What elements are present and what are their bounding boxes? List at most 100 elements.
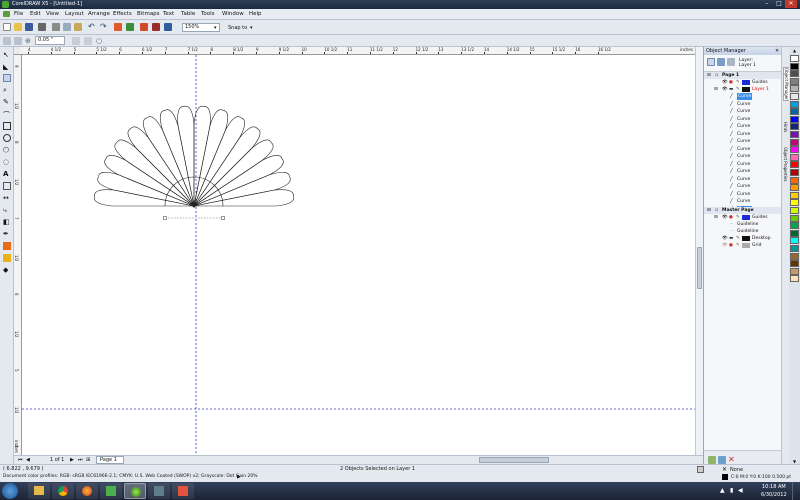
visibility-eye-icon[interactable]: 👁 bbox=[722, 79, 728, 86]
color-swatch[interactable] bbox=[790, 245, 799, 252]
color-profile-arrow-icon[interactable]: ▶ bbox=[237, 474, 241, 480]
color-swatch[interactable] bbox=[790, 184, 799, 192]
smart-drawing-tool-icon[interactable]: ⌒ bbox=[3, 110, 11, 119]
edit-across-layers-icon[interactable] bbox=[717, 58, 725, 66]
doc-icon[interactable] bbox=[3, 11, 10, 17]
clock-date[interactable]: 6/30/2012 bbox=[761, 492, 787, 498]
zoom-tool-icon[interactable]: ⌕ bbox=[3, 86, 11, 94]
import-icon[interactable] bbox=[114, 23, 122, 31]
next-page-icon[interactable]: ▶ bbox=[70, 457, 74, 463]
color-swatch[interactable] bbox=[790, 207, 799, 214]
tree-curve-item[interactable]: ╱ Curve bbox=[704, 131, 782, 138]
color-profile-info[interactable]: Document color profiles: RGB: sRGB IEC61… bbox=[3, 474, 258, 479]
paste-icon[interactable] bbox=[74, 23, 82, 31]
color-swatch[interactable] bbox=[790, 70, 799, 78]
tree-curve-item[interactable]: ╱ Curve bbox=[704, 138, 782, 145]
vertical-scrollbar[interactable] bbox=[695, 47, 703, 455]
tree-curve-item[interactable]: ╱ Curve bbox=[704, 146, 782, 153]
color-swatch[interactable] bbox=[790, 267, 799, 275]
task-corel-connect[interactable] bbox=[172, 483, 194, 499]
tree-curve-item[interactable]: ╱ Curve bbox=[704, 108, 782, 115]
snap-chevron-down-icon[interactable]: ▾ bbox=[250, 25, 253, 31]
layer-manager-view-icon[interactable] bbox=[727, 58, 735, 66]
nudge-distance-field[interactable]: 0.05 " bbox=[35, 36, 65, 45]
color-swatch[interactable] bbox=[790, 169, 799, 176]
export-icon[interactable] bbox=[126, 23, 134, 31]
cut-icon[interactable] bbox=[52, 23, 60, 31]
tree-master-guides[interactable]: ⊟ 👁 ● ✎ Guides bbox=[704, 214, 782, 221]
tree-guideline-2[interactable]: ┄ Guideline bbox=[704, 228, 782, 235]
printable-icon[interactable]: ▬ bbox=[729, 86, 733, 93]
show-desktop-button[interactable] bbox=[792, 482, 800, 500]
tree-master-page[interactable]: ⊟ ▫ Master Page bbox=[704, 207, 782, 214]
node-add-icon[interactable] bbox=[3, 37, 11, 45]
color-swatch[interactable] bbox=[790, 146, 799, 154]
lock-pencil-icon[interactable]: ✎ bbox=[736, 214, 740, 221]
tree-curve-item[interactable]: ╱ Curve bbox=[704, 183, 782, 190]
collapse-icon[interactable]: ⊟ bbox=[714, 214, 718, 221]
snap-to-menu[interactable]: Snap to bbox=[228, 25, 247, 31]
color-swatch[interactable] bbox=[790, 229, 799, 237]
ellipse-tool-icon[interactable] bbox=[3, 134, 11, 142]
color-swatch[interactable] bbox=[790, 108, 799, 116]
drawing-canvas[interactable] bbox=[22, 55, 695, 455]
tree-curve-item[interactable]: ╱ Curve bbox=[704, 93, 782, 100]
tab-object-properties[interactable]: Object Properties bbox=[783, 147, 788, 182]
chevron-down-icon[interactable]: ▾ bbox=[214, 25, 217, 31]
menu-edit[interactable]: Edit bbox=[30, 11, 41, 17]
tree-curve-item[interactable]: ╱ Curve bbox=[704, 191, 782, 198]
smart-fill-tool-icon[interactable] bbox=[3, 74, 11, 82]
printable-icon[interactable]: ● bbox=[729, 214, 733, 221]
menu-text[interactable]: Text bbox=[163, 11, 174, 17]
copy-icon[interactable] bbox=[63, 23, 71, 31]
color-swatch[interactable] bbox=[790, 153, 799, 161]
rectangle-tool-icon[interactable] bbox=[3, 122, 11, 130]
color-swatch[interactable] bbox=[790, 214, 799, 222]
color-swatch[interactable] bbox=[790, 237, 799, 245]
tree-curve-item[interactable]: ╱ Curve bbox=[704, 161, 782, 168]
docker-close-icon[interactable]: ✕ bbox=[775, 48, 779, 54]
color-swatch[interactable] bbox=[790, 93, 799, 100]
task-firefox[interactable] bbox=[76, 483, 98, 499]
visibility-eye-icon[interactable]: 👁 bbox=[722, 214, 728, 221]
circle-icon[interactable]: ○ bbox=[96, 37, 104, 45]
printable-icon[interactable]: ● bbox=[729, 79, 733, 86]
task-explorer[interactable] bbox=[28, 483, 50, 499]
publish-pdf-icon[interactable] bbox=[140, 23, 148, 31]
palette-scroll-up-icon[interactable]: ▲ bbox=[790, 48, 799, 53]
color-swatch[interactable] bbox=[790, 77, 799, 85]
menu-tools[interactable]: Tools bbox=[201, 11, 215, 17]
menu-layout[interactable]: Layout bbox=[65, 11, 84, 17]
system-tray-arrow-icon[interactable]: ▲ bbox=[720, 487, 725, 494]
application-launcher-icon[interactable] bbox=[152, 23, 160, 31]
color-swatch[interactable] bbox=[790, 85, 799, 93]
printable-icon[interactable]: ● bbox=[729, 242, 733, 249]
color-swatch[interactable] bbox=[790, 115, 799, 123]
eyedropper-swatch-icon[interactable] bbox=[697, 466, 704, 473]
color-swatch[interactable] bbox=[790, 222, 799, 230]
color-swatch[interactable] bbox=[790, 138, 799, 146]
color-swatch[interactable] bbox=[790, 123, 799, 131]
visibility-eye-icon[interactable]: 👁 bbox=[722, 86, 728, 93]
visibility-eye-icon[interactable]: 👁 bbox=[722, 242, 728, 249]
undo-icon[interactable]: ↶ bbox=[88, 23, 96, 31]
color-swatch[interactable] bbox=[790, 131, 799, 138]
close-button[interactable]: ✕ bbox=[785, 0, 797, 8]
new-master-layer-icon[interactable] bbox=[718, 456, 726, 464]
new-layer-icon[interactable] bbox=[708, 456, 716, 464]
clock-time[interactable]: 10:18 AM bbox=[762, 484, 786, 490]
color-swatch[interactable] bbox=[790, 199, 799, 207]
node-delete-icon[interactable] bbox=[14, 37, 22, 45]
task-chrome[interactable] bbox=[52, 483, 74, 499]
visibility-eye-icon[interactable]: 👁 bbox=[722, 235, 728, 242]
collapse-icon[interactable]: ⊟ bbox=[714, 86, 718, 93]
lock-pencil-icon[interactable]: ✎ bbox=[736, 86, 740, 93]
basic-shapes-tool-icon[interactable]: ◌ bbox=[3, 158, 11, 166]
tree-curve-item[interactable]: ╱ Curve bbox=[704, 168, 782, 175]
tree-curve-item[interactable]: ╱ Curve bbox=[704, 116, 782, 123]
print-icon[interactable] bbox=[38, 23, 46, 31]
interactive-fill-tool-icon[interactable]: ◆ bbox=[3, 266, 11, 274]
lock-pencil-icon[interactable]: ✎ bbox=[736, 235, 740, 242]
delete-icon[interactable]: ✕ bbox=[728, 456, 736, 464]
network-icon[interactable]: ▮ bbox=[730, 487, 733, 494]
